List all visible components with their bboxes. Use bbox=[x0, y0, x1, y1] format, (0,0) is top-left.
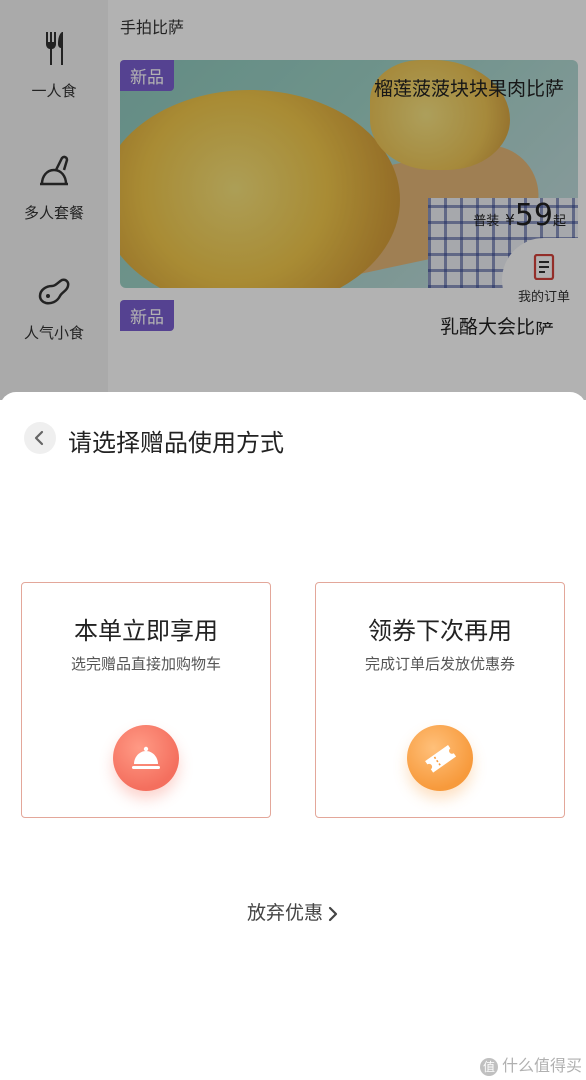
chevron-left-icon bbox=[34, 430, 44, 446]
watermark-logo-icon: 值 bbox=[479, 1057, 498, 1076]
option-subtitle: 完成订单后发放优惠券 bbox=[364, 655, 515, 673]
option-subtitle: 选完赠品直接加购物车 bbox=[70, 655, 221, 673]
option-coupon-later[interactable]: 领券下次再用 完成订单后发放优惠券 bbox=[315, 582, 565, 818]
back-button[interactable] bbox=[24, 422, 56, 454]
gift-usage-sheet: 请选择赠品使用方式 本单立即享用 选完赠品直接加购物车 领券下次再用 完成订单后… bbox=[0, 392, 586, 1080]
site-watermark: 值什么值得买 bbox=[479, 1052, 582, 1076]
background-menu-page: 一人食 多人套餐 人气小食 手拍比萨 新品 榴莲菠菠块块果肉比萨 普装 ¥59起… bbox=[0, 0, 586, 400]
sheet-title: 请选择赠品使用方式 bbox=[68, 429, 284, 457]
give-up-discount-link[interactable]: 放弃优惠 bbox=[0, 898, 586, 925]
option-title: 领券下次再用 bbox=[368, 617, 512, 645]
watermark-text: 什么值得买 bbox=[501, 1056, 582, 1075]
dish-cover-icon bbox=[113, 725, 179, 791]
give-up-label: 放弃优惠 bbox=[246, 902, 323, 924]
chevron-right-icon bbox=[328, 906, 338, 921]
coupon-ticket-icon bbox=[407, 725, 473, 791]
option-title: 本单立即享用 bbox=[74, 617, 218, 645]
dim-overlay[interactable] bbox=[0, 0, 586, 400]
option-use-now[interactable]: 本单立即享用 选完赠品直接加购物车 bbox=[21, 582, 271, 818]
